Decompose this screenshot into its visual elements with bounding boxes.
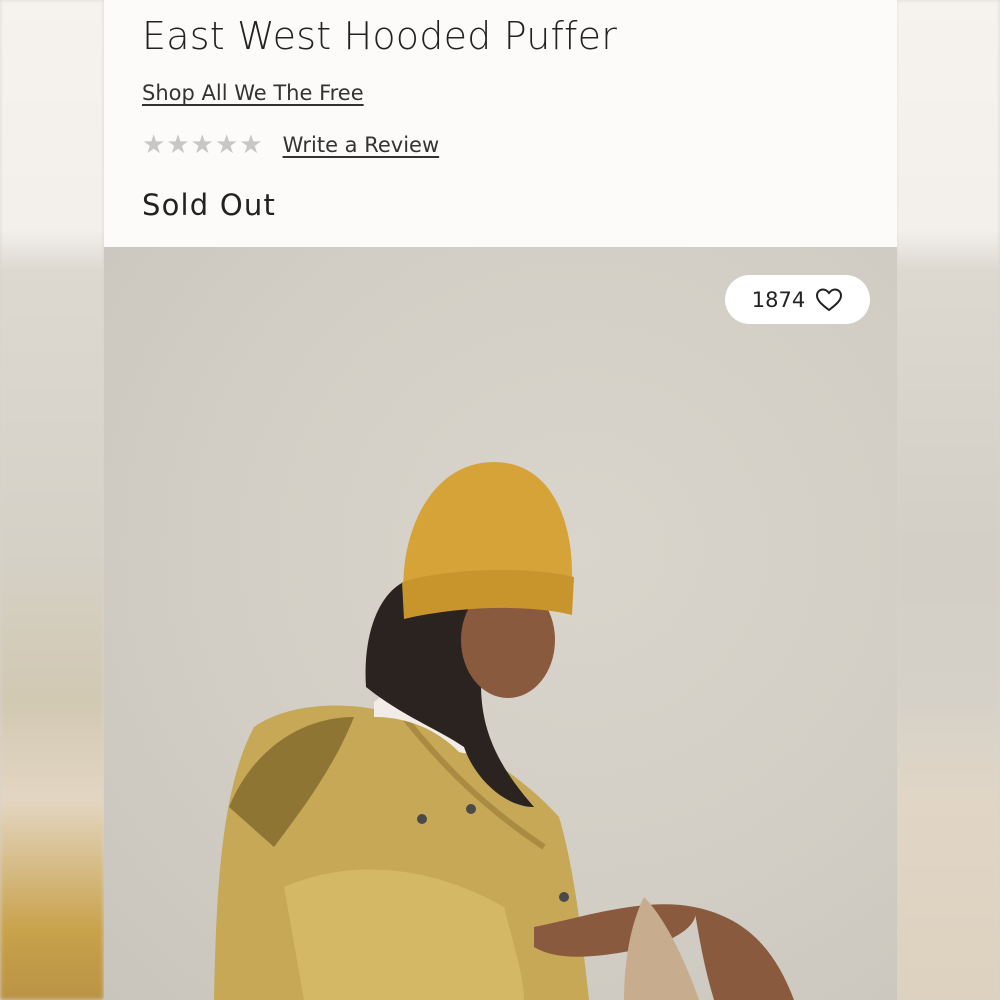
favorite-button[interactable]: 1874 bbox=[725, 275, 870, 324]
product-page-panel: East West Hooded Puffer Shop All We The … bbox=[104, 0, 897, 1000]
blurred-background-right bbox=[896, 0, 1000, 1000]
product-image[interactable]: 1874 bbox=[104, 247, 897, 1000]
blurred-background-left bbox=[0, 0, 104, 1000]
star-empty-icon: ★ bbox=[214, 130, 239, 160]
shop-brand-link[interactable]: Shop All We The Free bbox=[142, 81, 364, 105]
model-photo bbox=[214, 462, 794, 1000]
heart-outline-icon bbox=[815, 287, 843, 313]
star-empty-icon: ★ bbox=[239, 130, 263, 160]
star-empty-icon: ★ bbox=[166, 130, 190, 160]
star-rating: ★ ★ ★ ★ ★ bbox=[142, 130, 263, 160]
product-title: East West Hooded Puffer bbox=[142, 14, 618, 58]
star-empty-icon: ★ bbox=[142, 130, 166, 160]
star-empty-icon: ★ bbox=[190, 130, 214, 160]
rating-row: ★ ★ ★ ★ ★ Write a Review bbox=[142, 130, 439, 160]
product-info: East West Hooded Puffer Shop All We The … bbox=[104, 0, 897, 247]
stock-status: Sold Out bbox=[142, 188, 277, 222]
write-review-link[interactable]: Write a Review bbox=[283, 133, 440, 157]
favorite-count: 1874 bbox=[751, 287, 806, 312]
